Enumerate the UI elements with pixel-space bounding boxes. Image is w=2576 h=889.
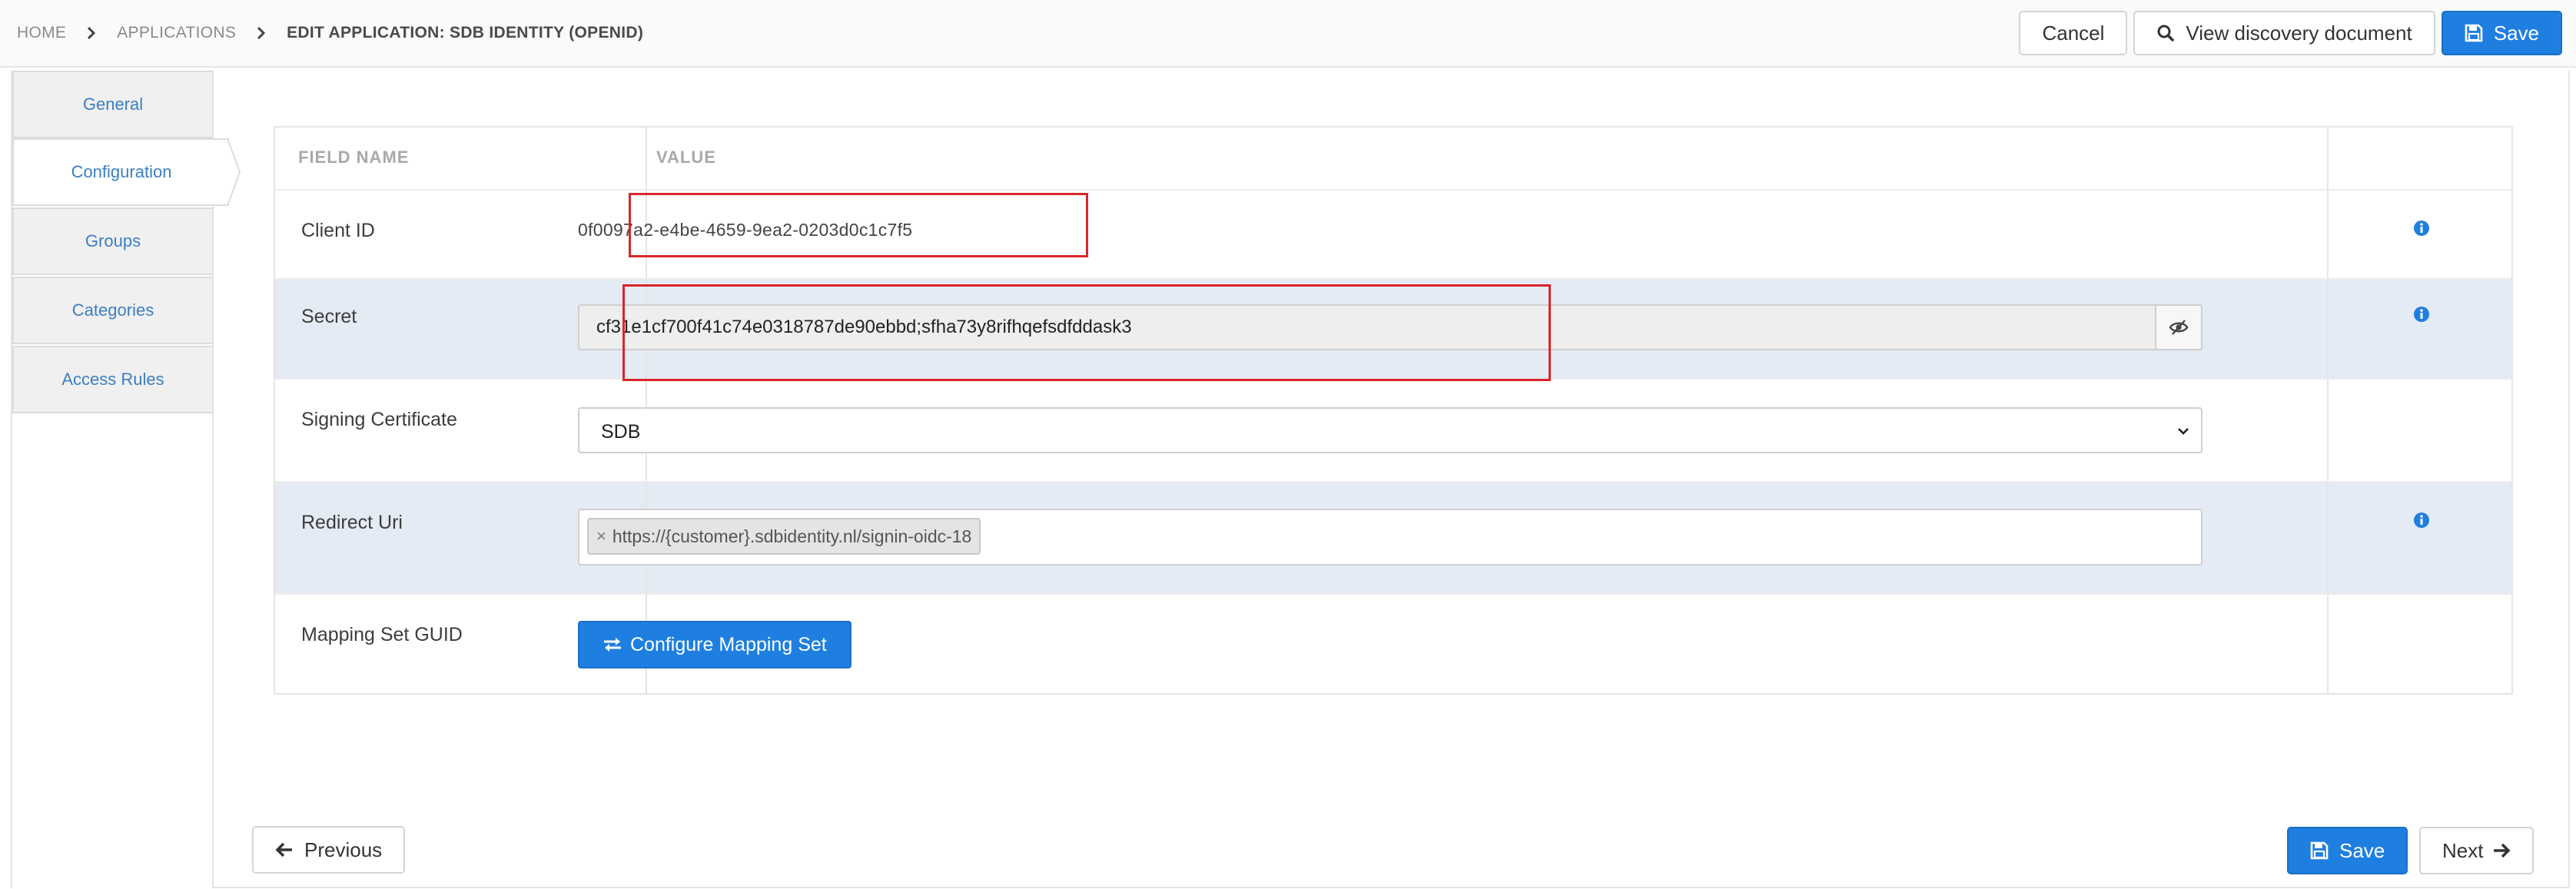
exchange-icon [603, 636, 622, 653]
chevron-down-icon [2178, 428, 2189, 435]
secret-label: Secret [301, 306, 357, 327]
chevron-right-icon [254, 26, 268, 40]
top-bar: HOME APPLICATIONS EDIT APPLICATION: SDB … [0, 0, 2576, 68]
view-discovery-button[interactable]: View discovery document [2133, 11, 2435, 55]
floppy-disk-icon [2465, 24, 2483, 42]
secret-value: cf31e1cf700f41c74e0318787de90ebbd;sfha73… [596, 317, 1132, 337]
cancel-label: Cancel [2042, 21, 2105, 45]
client-id-label: Client ID [301, 220, 375, 241]
arrow-left-icon [275, 841, 294, 858]
side-tabs: General Configuration Groups Categories … [11, 71, 241, 888]
configuration-table: FIELD NAME VALUE Client ID 0f0097a2-e4be… [274, 126, 2513, 695]
tab-groups[interactable]: Groups [12, 207, 214, 275]
arrow-right-icon [2492, 842, 2511, 859]
row-secret: Secret cf31e1cf700f41c74e0318787de90ebbd… [275, 280, 2511, 380]
redirect-uri-tag: × https://{customer}.sdbidentity.nl/sign… [587, 518, 981, 555]
remove-tag-icon[interactable]: × [596, 526, 606, 546]
save-label: Save [2493, 21, 2539, 45]
top-actions: Cancel View discovery document Save [2019, 11, 2562, 55]
info-icon[interactable] [2413, 220, 2430, 237]
configure-mapping-set-label: Configure Mapping Set [630, 633, 827, 655]
breadcrumb-home[interactable]: HOME [17, 24, 66, 42]
signing-certificate-label: Signing Certificate [301, 409, 457, 430]
search-icon [2156, 24, 2175, 42]
tab-general[interactable]: General [12, 71, 214, 138]
info-icon[interactable] [2413, 306, 2430, 323]
next-button[interactable]: Next [2419, 827, 2535, 874]
previous-label: Previous [304, 838, 383, 861]
breadcrumb: HOME APPLICATIONS EDIT APPLICATION: SDB … [17, 0, 643, 66]
signing-certificate-value: SDB [601, 421, 641, 443]
save-button-bottom[interactable]: Save [2287, 827, 2408, 874]
table-header: FIELD NAME VALUE [275, 128, 2511, 191]
tab-label: Configuration [71, 162, 172, 181]
breadcrumb-applications[interactable]: APPLICATIONS [117, 24, 236, 42]
floppy-disk-icon [2310, 841, 2329, 860]
tab-label: Access Rules [61, 370, 164, 389]
cancel-button[interactable]: Cancel [2019, 11, 2128, 55]
tab-label: Categories [71, 300, 154, 320]
configure-mapping-set-button[interactable]: Configure Mapping Set [578, 621, 851, 668]
eye-slash-icon [2169, 320, 2189, 335]
save-label: Save [2339, 838, 2385, 862]
breadcrumb-current: EDIT APPLICATION: SDB IDENTITY (OPENID) [287, 24, 644, 41]
row-mapping-set: Mapping Set GUID Configure Mapping Set [275, 595, 2511, 695]
next-label: Next [2442, 838, 2484, 862]
redirect-uri-input[interactable]: × https://{customer}.sdbidentity.nl/sign… [578, 509, 2203, 566]
tab-label: General [82, 95, 144, 114]
signing-certificate-select[interactable]: SDB [578, 407, 2203, 453]
view-discovery-label: View discovery document [2186, 21, 2412, 45]
secret-field[interactable]: cf31e1cf700f41c74e0318787de90ebbd;sfha73… [578, 304, 2203, 350]
row-redirect-uri: Redirect Uri × https://{customer}.sdbide… [275, 483, 2511, 595]
redirect-uri-label: Redirect Uri [301, 512, 403, 533]
tab-configuration[interactable]: Configuration [12, 138, 241, 206]
info-icon[interactable] [2413, 512, 2430, 529]
save-button[interactable]: Save [2441, 11, 2562, 55]
client-id-value: 0f0097a2-e4be-4659-9ea2-0203d0c1c7f5 [578, 220, 913, 240]
active-tab-arrow [227, 138, 241, 206]
tab-label: Groups [85, 231, 141, 250]
row-client-id: Client ID 0f0097a2-e4be-4659-9ea2-0203d0… [275, 191, 2511, 280]
tab-access-rules[interactable]: Access Rules [12, 346, 214, 413]
previous-button[interactable]: Previous [252, 826, 406, 874]
row-signing-certificate: Signing Certificate SDB [275, 380, 2511, 483]
chevron-right-icon [85, 26, 98, 40]
redirect-uri-tag-text: https://{customer}.sdbidentity.nl/signin… [612, 526, 972, 546]
header-field-name: FIELD NAME [298, 148, 410, 167]
toggle-visibility-button[interactable] [2155, 304, 2203, 350]
mapping-set-label: Mapping Set GUID [301, 624, 463, 645]
header-value: VALUE [656, 148, 716, 167]
tab-categories[interactable]: Categories [12, 277, 214, 344]
